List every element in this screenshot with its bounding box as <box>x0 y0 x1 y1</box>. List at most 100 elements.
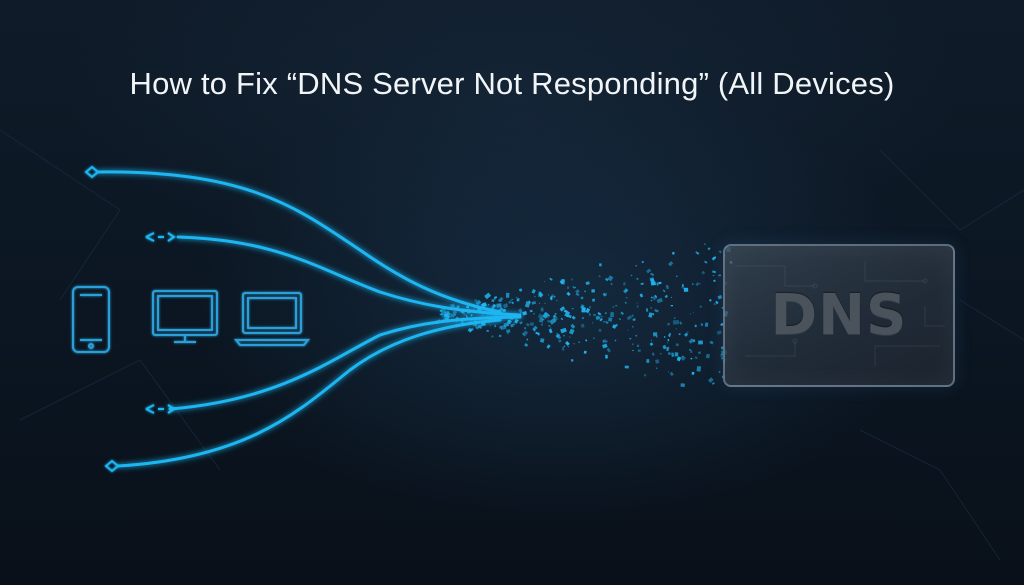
particle <box>510 299 512 302</box>
particle <box>623 282 626 286</box>
particle <box>595 315 601 321</box>
particle <box>690 351 693 354</box>
particle <box>494 318 498 321</box>
particle <box>692 283 694 286</box>
particle <box>546 344 551 349</box>
particle <box>571 308 574 310</box>
particle <box>538 302 540 305</box>
particle <box>484 292 492 300</box>
particle <box>584 290 587 293</box>
particle <box>699 305 703 309</box>
particle <box>556 299 558 302</box>
particle <box>454 323 460 328</box>
hero-banner: How to Fix “DNS Server Not Responding” (… <box>0 0 1024 585</box>
particle <box>605 354 608 359</box>
particle <box>526 338 529 341</box>
particle <box>666 342 669 344</box>
particle <box>506 329 511 334</box>
particle <box>626 315 632 321</box>
particle <box>694 324 697 328</box>
particle <box>567 346 569 348</box>
particle <box>612 306 615 308</box>
laptop-icon <box>233 292 311 346</box>
particle <box>718 371 721 373</box>
particle <box>655 336 658 338</box>
particle <box>704 260 708 264</box>
connector-icon-4 <box>104 459 120 473</box>
particle <box>704 322 709 327</box>
particle <box>490 335 494 338</box>
particle <box>670 304 673 307</box>
particle <box>696 252 700 255</box>
particle <box>665 284 670 290</box>
particle <box>560 317 564 321</box>
particle <box>692 311 694 314</box>
particle <box>466 305 470 309</box>
particle <box>546 319 551 323</box>
particle <box>676 356 682 362</box>
particle <box>683 332 689 337</box>
particle <box>620 311 624 316</box>
particle <box>631 314 634 318</box>
particle <box>632 349 634 352</box>
particle <box>666 322 671 326</box>
particle <box>653 333 655 335</box>
particle <box>680 383 686 388</box>
particle <box>672 319 680 325</box>
particle <box>511 301 515 305</box>
particle <box>658 281 662 285</box>
particle <box>525 322 530 327</box>
particle <box>650 339 652 341</box>
particle <box>607 275 614 282</box>
particle <box>494 314 497 317</box>
particle <box>650 299 653 302</box>
particle <box>467 308 471 314</box>
dns-server-box: DNS <box>723 244 955 387</box>
particle <box>643 374 647 377</box>
particle <box>698 340 703 345</box>
particle <box>659 352 662 355</box>
particle <box>602 343 608 349</box>
particle <box>635 264 637 267</box>
particle <box>694 356 698 360</box>
particle <box>575 289 580 294</box>
desktop-monitor-icon <box>152 290 218 343</box>
particle <box>688 348 692 352</box>
particle <box>502 309 506 312</box>
particle <box>516 298 520 302</box>
particle <box>592 298 595 302</box>
particle <box>645 308 649 312</box>
dns-label: DNS <box>770 283 908 348</box>
particle <box>511 298 514 301</box>
particle <box>518 288 523 292</box>
particle <box>585 281 590 286</box>
particle <box>697 351 701 355</box>
particle <box>547 294 550 296</box>
particle <box>690 357 693 360</box>
particle <box>591 289 595 293</box>
particle <box>567 314 572 319</box>
particle <box>707 247 711 251</box>
particle <box>490 311 493 315</box>
particle <box>454 313 457 316</box>
particle <box>679 321 683 325</box>
particle <box>560 279 565 285</box>
particle <box>584 339 588 342</box>
particle <box>522 310 528 316</box>
particle <box>535 331 540 335</box>
particle <box>640 282 644 286</box>
particle <box>670 296 673 299</box>
particle <box>701 270 706 275</box>
data-particles <box>435 243 733 388</box>
particle <box>534 295 536 298</box>
particle <box>651 352 655 357</box>
particle <box>630 274 633 277</box>
particle <box>667 352 671 356</box>
particle <box>636 302 638 304</box>
particle <box>572 285 576 290</box>
particle <box>691 371 695 375</box>
particle <box>646 268 652 274</box>
particle <box>548 328 553 334</box>
particle <box>519 311 522 314</box>
particle <box>592 337 596 340</box>
